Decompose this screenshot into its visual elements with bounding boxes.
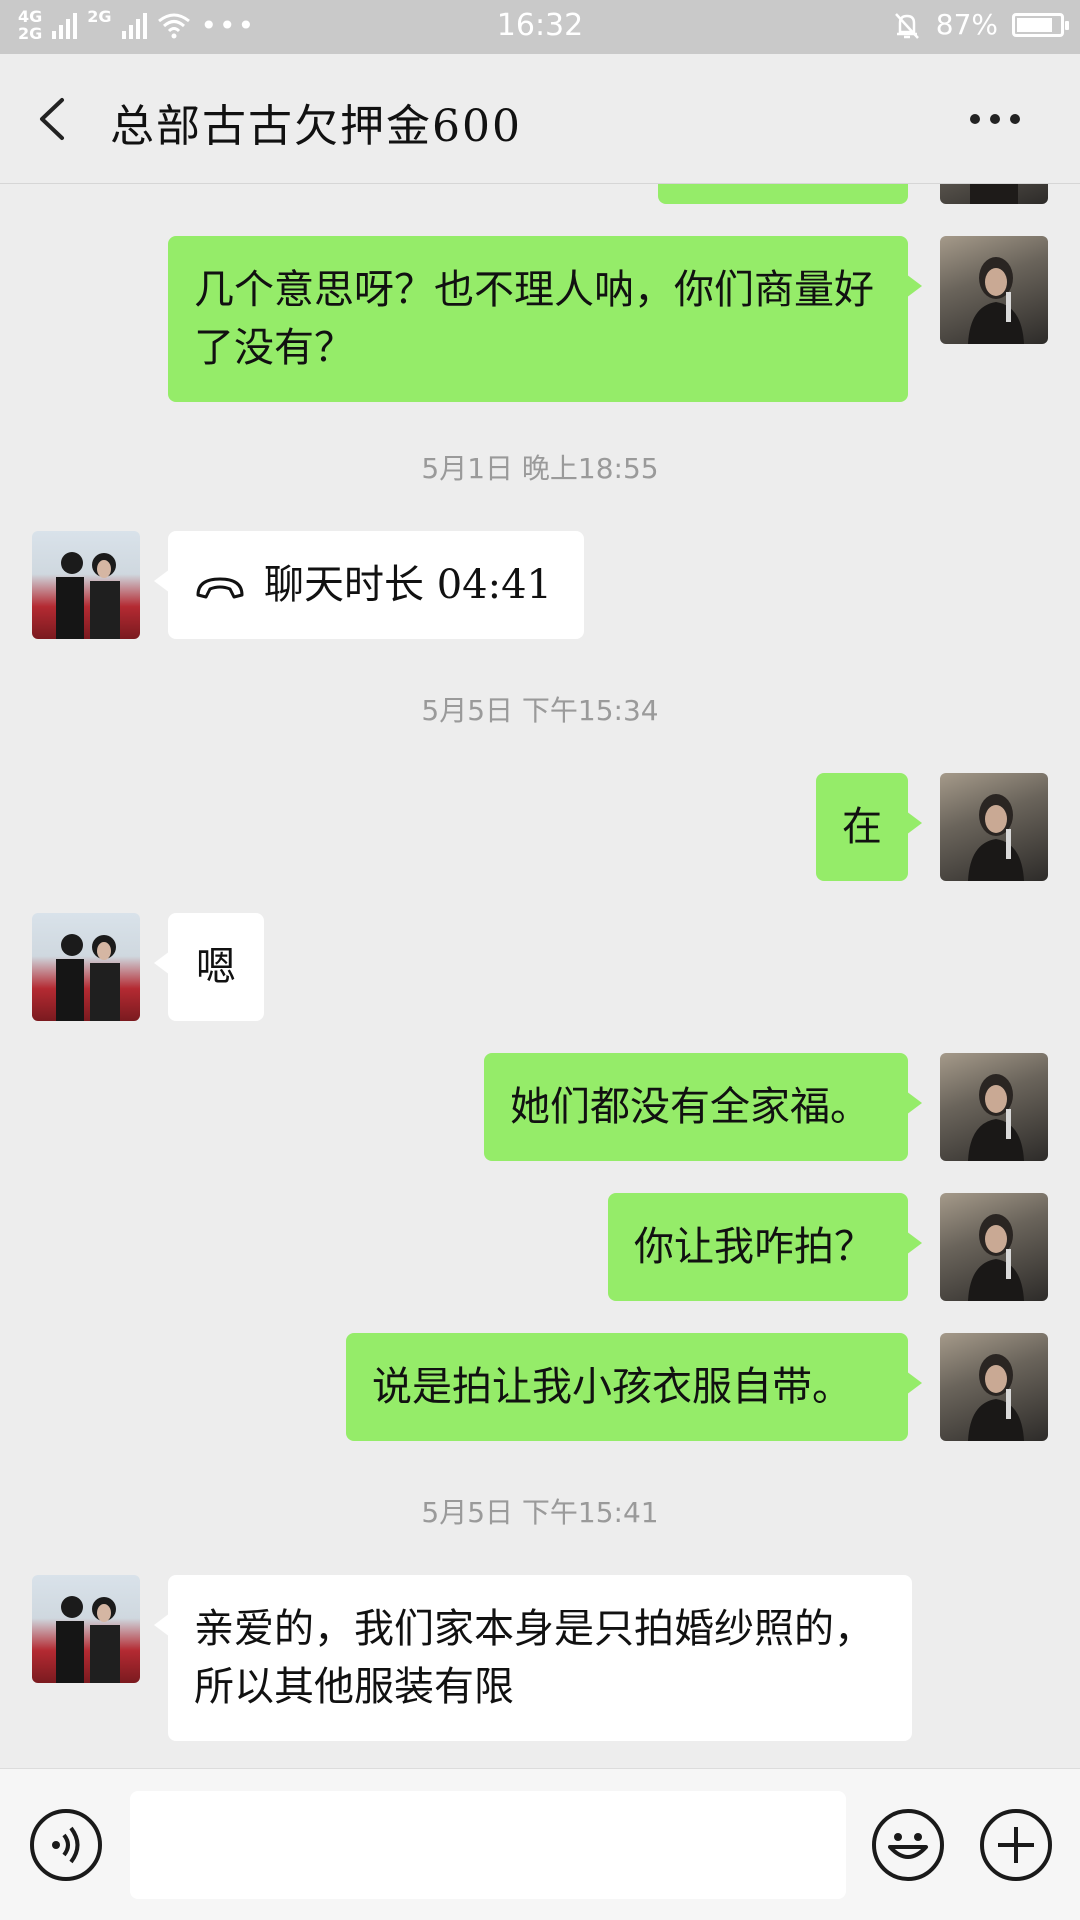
avatar[interactable] <box>940 1053 1048 1161</box>
more-dots-icon <box>970 114 980 124</box>
timestamp: 5月5日 下午15:34 <box>421 694 659 727</box>
more-dot <box>990 114 1000 124</box>
message-list[interactable]: 几个意思呀？也不理人呐，你们商量好了没有？ 5月1日 晚上18:55 聊天时长 … <box>0 184 1080 1768</box>
message-bubble-received[interactable]: 亲爱的，我们家本身是只拍婚纱照的，所以其他服装有限 <box>154 1575 912 1741</box>
message-bubble-sent[interactable]: 你让我咋拍？ <box>608 1193 922 1301</box>
voice-button[interactable] <box>30 1809 102 1881</box>
phone-icon <box>196 577 244 599</box>
message-text: 她们都没有全家福。 <box>510 1084 870 1130</box>
avatar[interactable] <box>940 184 1048 204</box>
alarm-off-icon <box>894 12 919 39</box>
plus-icon <box>998 1827 1034 1863</box>
prev-message-bubble[interactable] <box>658 184 908 204</box>
message-text: 几个意思呀？也不理人呐，你们商量好了没有？ <box>194 267 874 371</box>
chat-header: 总部古古欠押金600 <box>0 54 1080 184</box>
avatar[interactable] <box>940 773 1048 881</box>
call-duration-text: 聊天时长 04:41 <box>264 562 552 608</box>
avatar[interactable] <box>940 1333 1048 1441</box>
message-bubble-sent[interactable]: 她们都没有全家福。 <box>484 1053 922 1161</box>
more-dot <box>1010 114 1020 124</box>
message-bubble-sent[interactable]: 几个意思呀？也不理人呐，你们商量好了没有？ <box>168 236 922 402</box>
message-bubble-sent[interactable]: 在 <box>816 773 922 881</box>
emoji-button[interactable] <box>872 1809 944 1881</box>
avatar[interactable] <box>940 236 1048 344</box>
message-bubble-received[interactable]: 嗯 <box>154 913 264 1021</box>
avatar[interactable] <box>940 1193 1048 1301</box>
avatar[interactable] <box>32 531 140 639</box>
timestamp: 5月5日 下午15:41 <box>421 1496 659 1529</box>
back-button[interactable] <box>30 94 80 144</box>
page-title: 总部古古欠押金600 <box>110 101 522 152</box>
battery-icon <box>1012 12 1069 37</box>
avatar[interactable] <box>32 913 140 1021</box>
message-text: 亲爱的，我们家本身是只拍婚纱照的，所以其他服装有限 <box>194 1606 874 1710</box>
message-text: 嗯 <box>196 944 236 990</box>
emoji-icon <box>888 1833 928 1859</box>
message-text: 说是拍让我小孩衣服自带。 <box>372 1364 852 1410</box>
input-bar <box>0 1768 1080 1920</box>
chevron-left-icon <box>40 98 64 140</box>
plus-button[interactable] <box>980 1809 1052 1881</box>
status-bar: 4G 2G 2G ••• 16:32 87% <box>0 0 1080 54</box>
timestamp: 5月1日 晚上18:55 <box>421 452 659 485</box>
message-bubble-sent[interactable]: 说是拍让我小孩衣服自带。 <box>346 1333 922 1441</box>
avatar[interactable] <box>32 1575 140 1683</box>
call-record-bubble[interactable]: 聊天时长 04:41 <box>154 531 584 639</box>
message-input[interactable] <box>130 1791 846 1899</box>
message-text: 在 <box>842 804 882 850</box>
message-text: 你让我咋拍？ <box>634 1224 874 1270</box>
status-right: 87% <box>892 8 1069 41</box>
battery-percent: 87% <box>935 8 998 41</box>
more-button[interactable] <box>970 104 1030 134</box>
voice-icon <box>52 1826 80 1864</box>
